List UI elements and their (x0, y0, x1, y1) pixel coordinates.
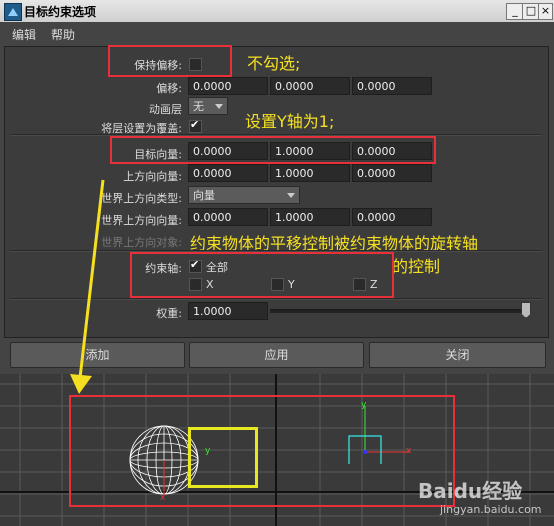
anim-layer-label: 动画层 (149, 103, 182, 116)
add-button[interactable]: 添加 (10, 342, 185, 368)
highlight-aim-vector (110, 136, 436, 164)
menu-edit[interactable]: 编辑 (12, 26, 36, 43)
world-up-type-value: 向量 (193, 189, 215, 202)
menu-help[interactable]: 帮助 (51, 26, 75, 43)
watermark-url: jingyan.baidu.com (440, 503, 542, 516)
anim-layer-value: 无 (193, 100, 204, 113)
weight-field[interactable]: 1.0000 (188, 302, 268, 320)
world-up-type-label: 世界上方向类型: (101, 192, 182, 205)
divider (10, 298, 542, 300)
title-bar: 目标约束选项 _ □ × (0, 0, 554, 23)
offset-x-field[interactable]: 0.0000 (188, 77, 268, 95)
close-window-button[interactable]: × (538, 3, 553, 20)
highlight-constraint-axes (130, 252, 394, 298)
chevron-down-icon (215, 104, 223, 109)
offset-y-field[interactable]: 0.0000 (270, 77, 350, 95)
offset-z-field[interactable]: 0.0000 (352, 77, 432, 95)
close-button[interactable]: 关闭 (369, 342, 546, 368)
up-vector-label: 上方向向量: (123, 170, 182, 183)
world-up-vector-x-field[interactable]: 0.0000 (188, 208, 268, 226)
annotation-explain-line2: 的控制 (392, 257, 441, 276)
up-vector-x-field[interactable]: 0.0000 (188, 164, 268, 182)
anim-layer-dropdown[interactable]: 无 (188, 97, 228, 115)
up-vector-y-field[interactable]: 1.0000 (270, 164, 350, 182)
set-layer-override-checkbox[interactable] (189, 118, 202, 133)
apply-button[interactable]: 应用 (189, 342, 364, 368)
annotation-set-y-axis: 设置Y轴为1; (245, 112, 335, 131)
world-up-vector-z-field[interactable]: 0.0000 (352, 208, 432, 226)
world-up-object-label: 世界上方向对象: (101, 236, 182, 249)
annotation-uncheck: 不勾选; (247, 54, 301, 73)
chevron-down-icon (287, 193, 295, 198)
baidu-watermark: Baidu经验 (418, 479, 523, 503)
menu-bar: 编辑 帮助 (0, 22, 554, 44)
world-up-type-dropdown[interactable]: 向量 (188, 186, 300, 204)
maya-app-icon (4, 3, 22, 21)
highlight-scene-objects (69, 395, 455, 507)
window-title: 目标约束选项 (24, 5, 97, 19)
highlight-maintain-offset (108, 45, 232, 77)
world-up-vector-label: 世界上方向向量: (101, 214, 182, 227)
up-vector-z-field[interactable]: 0.0000 (352, 164, 432, 182)
offset-label: 偏移: (156, 82, 182, 95)
world-up-vector-y-field[interactable]: 1.0000 (270, 208, 350, 226)
weight-label: 权重: (156, 307, 182, 320)
weight-slider-track[interactable] (270, 309, 526, 313)
